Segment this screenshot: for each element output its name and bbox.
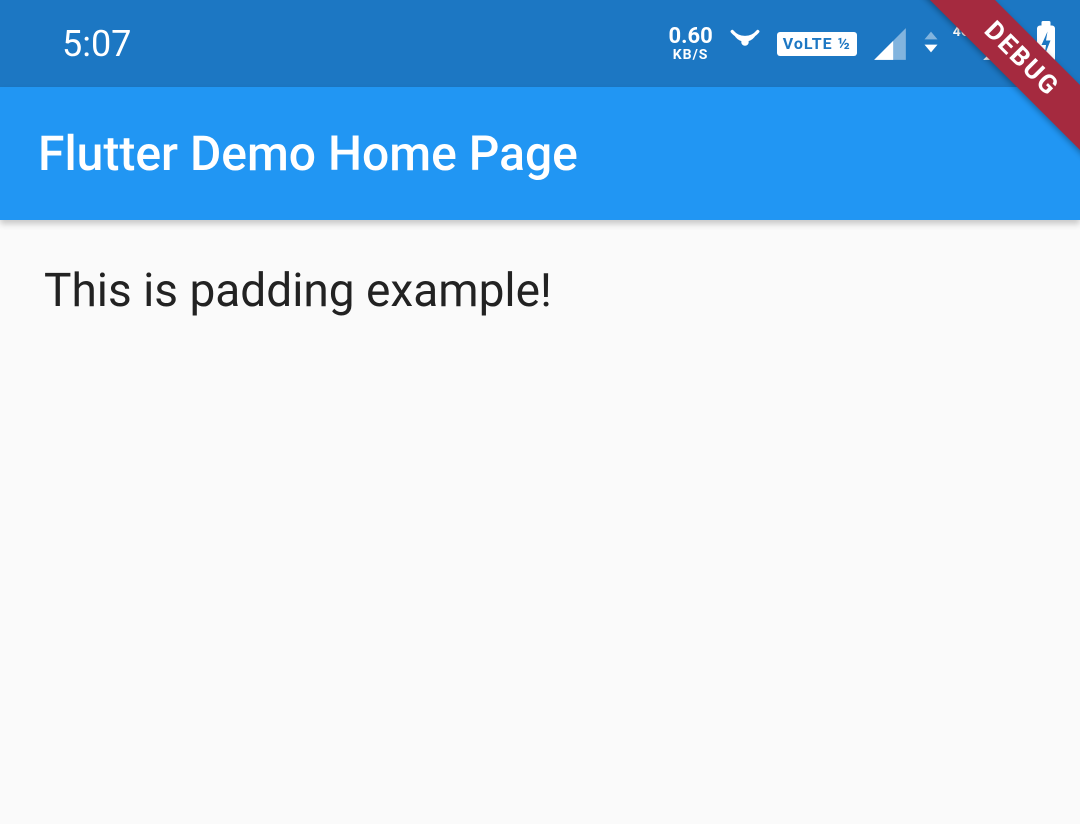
body-text: This is padding example! [44, 264, 552, 318]
status-bar: 5:07 0.60 KB/S VoLTE ½ [0, 0, 1080, 87]
clock-time: 5:07 [62, 23, 131, 65]
status-right: 0.60 KB/S VoLTE ½ 4G+ [668, 21, 1060, 67]
battery-charging-icon [1032, 21, 1060, 67]
app-bar: Flutter Demo Home Page [0, 87, 1080, 220]
network-speed-indicator: 0.60 KB/S [668, 26, 712, 62]
signal-sim2-group: 4G+ [953, 25, 1018, 63]
speed-unit: KB/S [673, 48, 709, 62]
signal-icon-sim1 [871, 25, 909, 63]
signal-icon-sim2 [980, 25, 1018, 63]
app-bar-title: Flutter Demo Home Page [38, 125, 578, 182]
status-left: 5:07 [62, 23, 131, 65]
data-updown-icon [923, 29, 939, 59]
hotspot-icon [727, 24, 763, 64]
network-type-label: 4G+ [953, 25, 978, 39]
speed-value: 0.60 [668, 26, 712, 48]
body-content: This is padding example! [0, 220, 1080, 362]
volte-badge: VoLTE ½ [777, 32, 857, 56]
